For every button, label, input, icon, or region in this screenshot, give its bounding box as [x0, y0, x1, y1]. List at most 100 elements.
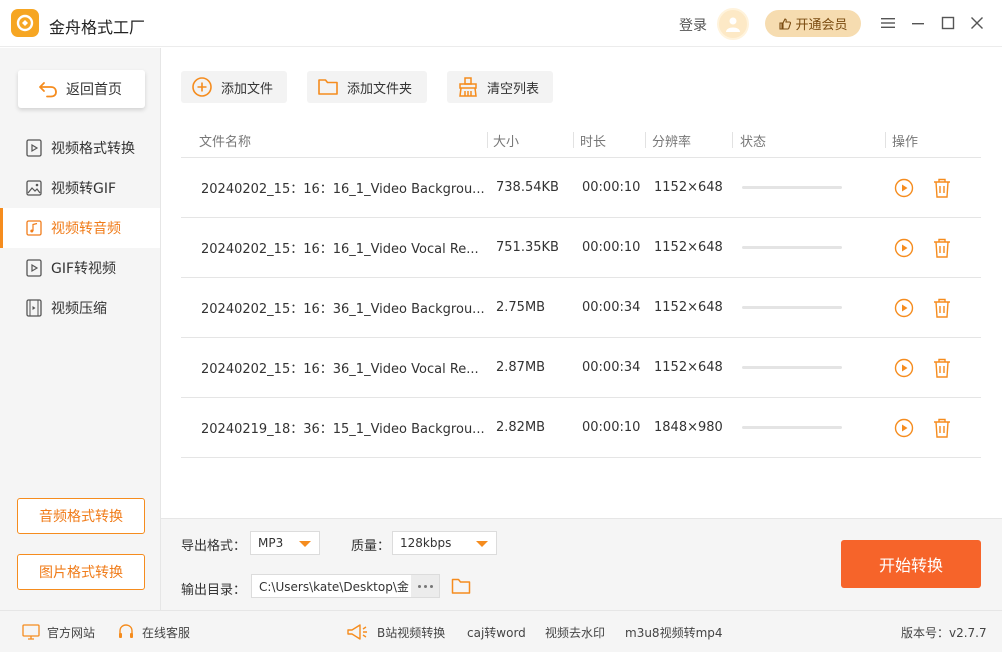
delete-button[interactable] [931, 417, 953, 439]
dropdown-caret-icon [299, 541, 311, 547]
vip-button[interactable]: 开通会员 [765, 10, 861, 37]
trash-icon [934, 418, 950, 438]
back-home-button[interactable]: 返回首页 [18, 70, 145, 108]
play-button[interactable] [893, 417, 915, 439]
footer-link-label: B站视频转换 [377, 625, 446, 640]
column-header-size: 大小 [493, 135, 520, 150]
play-button[interactable] [893, 237, 915, 259]
play-button[interactable] [893, 357, 915, 379]
sidebar-item-label: 视频转GIF [51, 181, 117, 197]
folder-icon [451, 578, 471, 594]
duration-cell: 00:00:10 [582, 420, 641, 435]
table-row: 20240202_15：16：16_1_Video Vocal Re... 75… [181, 218, 981, 278]
audio-format-convert-button[interactable]: 音频格式转换 [17, 498, 145, 534]
resolution-cell: 1152×648 [654, 300, 723, 315]
column-divider [573, 132, 574, 148]
thumbs-up-icon [779, 17, 792, 30]
app-logo [11, 9, 39, 37]
sidebar-item-label: 视频转音频 [51, 221, 121, 237]
play-button[interactable] [893, 297, 915, 319]
clear-list-button[interactable]: 清空列表 [447, 71, 553, 103]
add-circle-icon [192, 77, 212, 97]
delete-button[interactable] [931, 357, 953, 379]
online-support-link[interactable]: 在线客服 [117, 611, 190, 652]
format-select[interactable]: MP3 [250, 531, 320, 555]
progress-bar [742, 366, 842, 369]
official-website-link[interactable]: 官方网站 [22, 611, 95, 652]
delete-button[interactable] [931, 177, 953, 199]
sidebar-item-video-to-gif[interactable]: 视频转GIF [0, 168, 160, 208]
table-header: 文件名称 大小 时长 分辨率 状态 操作 [181, 124, 981, 158]
column-divider [487, 132, 488, 148]
file-name-cell: 20240202_15：16：36_1_Video Vocal Re... [201, 362, 479, 377]
file-name-cell: 20240202_15：16：36_1_Video Backgrou... [201, 302, 485, 317]
play-button[interactable] [893, 177, 915, 199]
online-support-label: 在线客服 [142, 625, 191, 640]
file-name-cell: 20240219_18：36：15_1_Video Backgrou... [201, 422, 485, 437]
progress-bar [742, 186, 842, 189]
hamburger-icon [881, 18, 895, 28]
table-row: 20240202_15：16：36_1_Video Vocal Re... 2.… [181, 338, 981, 398]
file-name-cell: 20240202_15：16：16_1_Video Vocal Re... [201, 242, 479, 257]
compress-icon [25, 299, 43, 317]
minimize-icon [912, 23, 924, 25]
column-header-duration: 时长 [580, 135, 607, 150]
play-icon [894, 418, 914, 438]
trash-icon [934, 358, 950, 378]
sidebar: 返回首页 视频格式转换 视频转GIF 视频转音频 GIF转视频 视频压缩 音频格… [0, 48, 161, 610]
version-label: 版本号：v2.7.7 [901, 625, 987, 640]
play-icon [894, 358, 914, 378]
trash-icon [934, 238, 950, 258]
sidebar-item-video-format[interactable]: 视频格式转换 [0, 128, 160, 168]
file-size-cell: 751.35KB [496, 240, 559, 255]
image-format-convert-button[interactable]: 图片格式转换 [17, 554, 145, 590]
play-icon [894, 298, 914, 318]
add-folder-button[interactable]: 添加文件夹 [307, 71, 427, 103]
file-name-cell: 20240202_15：16：16_1_Video Backgrou... [201, 182, 485, 197]
duration-cell: 00:00:34 [582, 300, 641, 315]
resolution-cell: 1152×648 [654, 180, 723, 195]
column-header-resolution: 分辨率 [652, 135, 692, 150]
column-divider [645, 132, 646, 148]
sidebar-item-video-to-audio[interactable]: 视频转音频 [0, 208, 160, 248]
video-file-icon [25, 139, 43, 157]
column-header-name: 文件名称 [199, 135, 252, 150]
quality-select[interactable]: 128kbps [392, 531, 497, 555]
quality-label: 质量： [351, 539, 391, 554]
table-row: 20240202_15：16：36_1_Video Backgrou... 2.… [181, 278, 981, 338]
menu-button[interactable] [878, 13, 898, 33]
bilibili-video-link[interactable]: B站视频转换 [346, 611, 445, 652]
duration-cell: 00:00:34 [582, 360, 641, 375]
close-button[interactable] [967, 13, 987, 33]
open-folder-button[interactable] [450, 575, 472, 597]
image-icon [25, 179, 43, 197]
table-row: 20240202_15：16：16_1_Video Backgrou... 73… [181, 158, 981, 218]
column-divider [885, 132, 886, 148]
sidebar-item-video-compress[interactable]: 视频压缩 [0, 288, 160, 328]
back-arrow-icon [39, 82, 57, 98]
add-file-button[interactable]: 添加文件 [181, 71, 287, 103]
remove-watermark-link[interactable]: 视频去水印 [545, 611, 605, 652]
sidebar-item-gif-to-video[interactable]: GIF转视频 [0, 248, 160, 288]
resolution-cell: 1848×980 [654, 420, 723, 435]
resolution-cell: 1152×648 [654, 240, 723, 255]
maximize-button[interactable] [938, 13, 958, 33]
sidebar-item-label: GIF转视频 [51, 261, 117, 277]
minimize-button[interactable] [908, 13, 928, 33]
login-link[interactable]: 登录 [679, 15, 707, 35]
table-row: 20240219_18：36：15_1_Video Backgrou... 2.… [181, 398, 981, 458]
m3u8-to-mp4-link[interactable]: m3u8视频转mp4 [625, 611, 723, 652]
delete-button[interactable] [931, 237, 953, 259]
start-convert-button[interactable]: 开始转换 [841, 540, 981, 588]
caj-to-word-link[interactable]: caj转word [467, 611, 526, 652]
audio-file-icon [25, 219, 43, 237]
file-size-cell: 2.75MB [496, 300, 546, 315]
avatar[interactable] [717, 8, 749, 40]
user-icon [726, 17, 740, 32]
delete-button[interactable] [931, 297, 953, 319]
browse-more-button[interactable] [411, 575, 439, 597]
resolution-cell: 1152×648 [654, 360, 723, 375]
duration-cell: 00:00:10 [582, 240, 641, 255]
quality-value: 128kbps [400, 536, 452, 550]
column-header-actions: 操作 [892, 135, 919, 150]
